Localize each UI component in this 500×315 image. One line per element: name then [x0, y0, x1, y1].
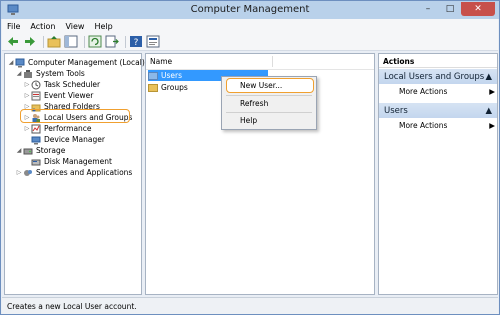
forward-arrow-icon[interactable]: [23, 35, 37, 48]
tree-item-label: Event Viewer: [44, 91, 94, 100]
highlight-ring-local-users: [20, 109, 130, 123]
collapsed-arrow-icon[interactable]: ▷: [23, 92, 31, 99]
context-menu-separator: [226, 112, 312, 113]
tree-item-label: Services and Applications: [36, 168, 133, 177]
tree-item-disk-management[interactable]: Disk Management: [31, 156, 112, 167]
computer-management-icon: [15, 58, 25, 67]
context-menu-separator: [226, 95, 312, 96]
actions-section-label: Local Users and Groups: [384, 71, 485, 82]
services-icon: [24, 169, 32, 176]
context-menu: New User... Refresh Help: [221, 76, 317, 130]
context-menu-refresh[interactable]: Refresh: [240, 99, 268, 108]
collapsed-arrow-icon[interactable]: ▷: [15, 169, 23, 176]
tree-item-label: Disk Management: [44, 157, 112, 166]
users-folder-icon: [148, 71, 158, 80]
tree-item-system-tools[interactable]: ◢ System Tools: [15, 68, 85, 79]
status-bar: Creates a new Local User account.: [2, 297, 498, 314]
column-header[interactable]: Name: [146, 54, 374, 70]
more-actions-label: More Actions: [399, 121, 448, 130]
tree-item-label: System Tools: [36, 69, 85, 78]
collapse-arrow-icon[interactable]: ▲: [485, 106, 492, 116]
expanded-arrow-icon[interactable]: ◢: [7, 59, 15, 66]
tree-item-task-scheduler[interactable]: ▷ Task Scheduler: [23, 79, 100, 90]
context-menu-help[interactable]: Help: [240, 116, 257, 125]
toolbar-separator: [43, 35, 44, 48]
properties-icon[interactable]: [146, 35, 160, 48]
status-text: Creates a new Local User account.: [7, 301, 137, 311]
minimize-button[interactable]: –: [417, 2, 439, 16]
expanded-arrow-icon[interactable]: ◢: [15, 147, 23, 154]
tree-item-label: Storage: [36, 146, 66, 155]
tree-item-label: Task Scheduler: [44, 80, 101, 89]
storage-icon: [23, 148, 33, 154]
export-list-icon[interactable]: [105, 35, 119, 48]
actions-section-users[interactable]: Users ▲: [379, 103, 497, 118]
menu-help[interactable]: Help: [89, 22, 117, 31]
expanded-arrow-icon[interactable]: ◢: [15, 70, 23, 77]
collapse-arrow-icon[interactable]: ▲: [485, 72, 492, 82]
collapsed-arrow-icon[interactable]: ▷: [23, 125, 31, 132]
collapsed-arrow-icon[interactable]: ▷: [23, 81, 31, 88]
tree-item-performance[interactable]: ▷ Performance: [23, 123, 92, 134]
toolbar-separator: [125, 35, 126, 48]
show-hide-console-tree-icon[interactable]: [64, 35, 78, 48]
menu-view[interactable]: View: [60, 22, 89, 31]
actions-more-actions-2[interactable]: More Actions ▶: [399, 121, 495, 130]
help-icon[interactable]: ?: [129, 35, 143, 48]
toolbar-separator: [84, 35, 85, 48]
actions-more-actions-1[interactable]: More Actions ▶: [399, 87, 495, 96]
disk-management-icon: [31, 159, 41, 165]
tree-item-event-viewer[interactable]: ▷ Event Viewer: [23, 90, 93, 101]
context-menu-new-user[interactable]: New User...: [240, 81, 282, 90]
tree-item-root[interactable]: ◢ Computer Management (Local): [7, 57, 145, 68]
submenu-arrow-icon: ▶: [489, 87, 495, 96]
menu-file[interactable]: File: [2, 22, 25, 31]
back-arrow-icon[interactable]: [6, 35, 20, 48]
groups-folder-icon: [148, 83, 158, 92]
actions-section-label: Users: [384, 105, 408, 116]
actions-pane: Actions Local Users and Groups ▲ More Ac…: [378, 53, 498, 295]
tree-item-services-and-applications[interactable]: ▷ Services and Applications: [15, 167, 133, 178]
actions-section-local-users[interactable]: Local Users and Groups ▲: [379, 69, 497, 84]
up-folder-icon[interactable]: [47, 35, 61, 48]
tree-item-label: Device Manager: [44, 135, 105, 144]
maximize-button[interactable]: □: [439, 2, 461, 16]
list-item-groups[interactable]: Groups: [148, 82, 188, 93]
title-bar: Computer Management – □ ✕: [1, 1, 499, 19]
device-manager-icon: [31, 136, 41, 144]
svg-text:?: ?: [134, 38, 139, 48]
clock-icon: [31, 80, 41, 89]
tree-item-label: Computer Management (Local): [28, 58, 145, 67]
tree-item-label: Performance: [44, 124, 92, 133]
menu-bar: File Action View Help: [2, 19, 498, 33]
actions-header: Actions: [379, 54, 497, 68]
list-item-label: Users: [161, 71, 183, 80]
column-header-name[interactable]: Name: [150, 57, 172, 66]
app-window: Computer Management – □ ✕ File Action Vi…: [0, 0, 500, 315]
refresh-icon[interactable]: [88, 35, 102, 48]
console-tree-pane: ◢ Computer Management (Local) ◢ System T…: [4, 53, 145, 295]
more-actions-label: More Actions: [399, 87, 448, 96]
tree-item-storage[interactable]: ◢ Storage: [15, 145, 66, 156]
tree-item-device-manager[interactable]: Device Manager: [31, 134, 105, 145]
event-viewer-icon: [31, 91, 41, 100]
menu-action[interactable]: Action: [25, 22, 60, 31]
column-separator[interactable]: [272, 56, 273, 67]
toolbar: ?: [2, 33, 498, 51]
performance-icon: [31, 124, 41, 133]
submenu-arrow-icon: ▶: [489, 121, 495, 130]
close-button[interactable]: ✕: [461, 2, 495, 16]
system-tools-icon: [24, 69, 32, 78]
list-item-label: Groups: [161, 83, 188, 92]
